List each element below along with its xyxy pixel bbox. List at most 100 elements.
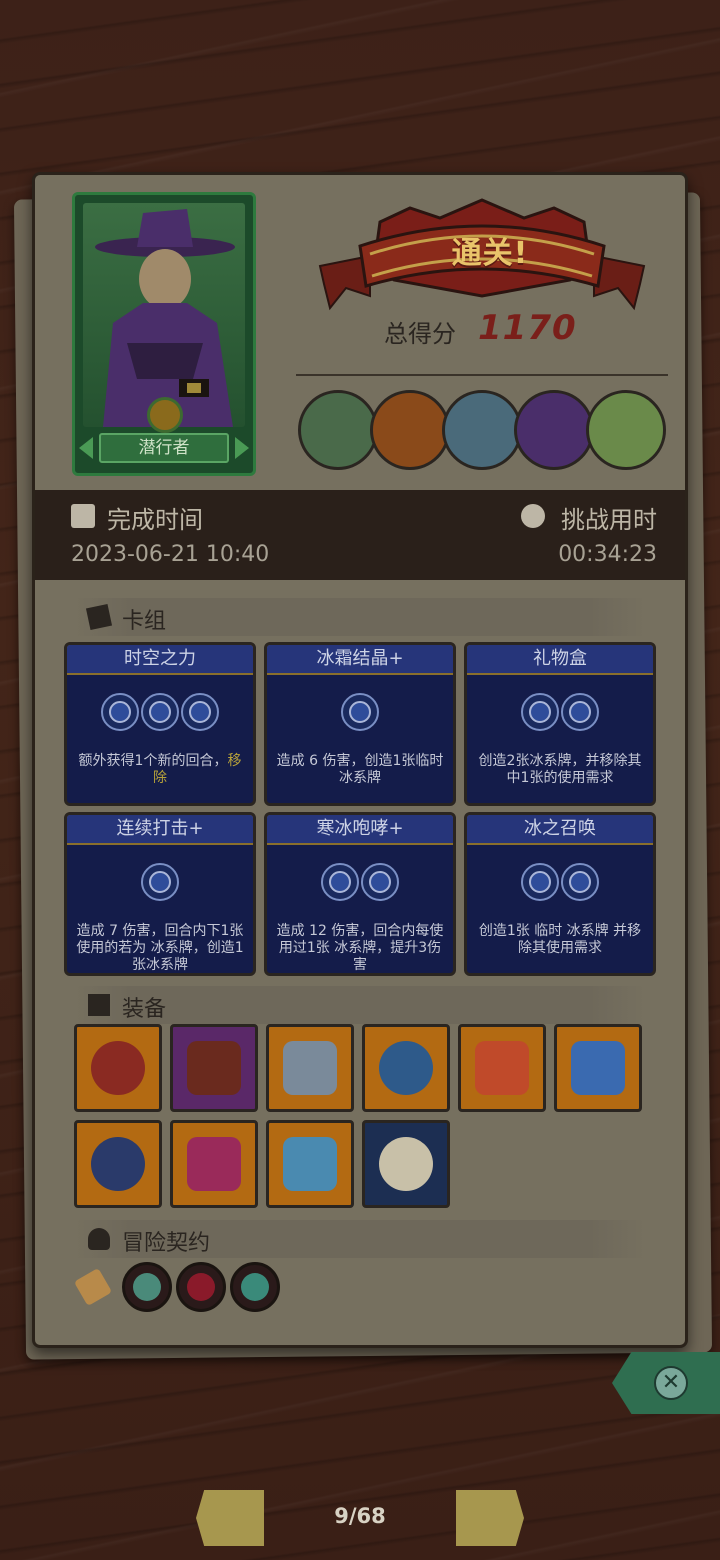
equipment-glyph <box>283 1137 337 1191</box>
skill-card-costs <box>267 693 453 731</box>
boss-portrait-wizard-icon <box>298 390 378 470</box>
ice-cost-icon <box>561 863 599 901</box>
box-icon <box>88 994 110 1016</box>
contract-glyph <box>187 1273 215 1301</box>
score-label: 总得分 <box>384 320 456 348</box>
ice-die-icon[interactable] <box>266 1120 354 1208</box>
potion-bottle-icon[interactable] <box>122 1262 172 1312</box>
skill-card-title: 寒冰咆哮+ <box>267 815 453 845</box>
contract-section-header: 冒险契约 <box>74 1220 646 1258</box>
skill-card-costs <box>467 863 653 901</box>
jade-ring-icon[interactable] <box>230 1262 280 1312</box>
contract-person-icon <box>88 1228 110 1250</box>
skill-card-costs <box>67 863 253 901</box>
skill-card[interactable]: 寒冰咆哮+ 造成 12 伤害，回合内每使用过1张 冰系牌，提升3伤害 <box>264 812 456 976</box>
skill-card-costs <box>467 693 653 731</box>
hexagram-icon[interactable] <box>74 1120 162 1208</box>
score-value: 1170 <box>478 308 577 348</box>
equipment-glyph <box>91 1041 145 1095</box>
skill-card-desc: 额外获得1个新的回合，移除 <box>73 753 247 787</box>
skill-card[interactable]: 时空之力额外获得1个新的回合，移除 <box>64 642 256 806</box>
finish-time-label: 完成时间 <box>107 506 203 534</box>
skill-card-desc: 造成 12 伤害，回合内每使用过1张 冰系牌，提升3伤害 <box>273 923 447 973</box>
equipment-glyph <box>379 1041 433 1095</box>
boss-portrait-elf-icon <box>586 390 666 470</box>
contract-glyph <box>73 1267 113 1307</box>
ice-cost-icon <box>181 693 219 731</box>
equipment-section-title: 装备 <box>122 997 167 1022</box>
ice-cost-icon <box>521 863 559 901</box>
finish-time-value: 2023-06-21 10:40 <box>71 542 270 567</box>
skill-card-desc-text: 创造1张 临时 冰系牌 并移除其使用需求 <box>478 923 642 956</box>
victory-title: 通关! <box>451 236 529 271</box>
close-icon: ✕ <box>654 1366 688 1400</box>
equipment-glyph <box>571 1041 625 1095</box>
boss-portraits <box>296 390 676 474</box>
skill-card[interactable]: 连续打击+ 造成 7 伤害，回合内下1张使用的若为 冰系牌，创造1张冰系牌 <box>64 812 256 976</box>
contract-glyph <box>133 1273 161 1301</box>
ice-crystal-icon[interactable] <box>362 1024 450 1112</box>
boss-portrait-warrior-icon <box>370 390 450 470</box>
equipment-glyph <box>91 1137 145 1191</box>
equipment-glyph <box>187 1041 241 1095</box>
skill-card-title: 冰之召唤 <box>467 815 653 845</box>
contract-section-title: 冒险契约 <box>122 1231 211 1256</box>
time-bar: 完成时间 2023-06-21 10:40 挑战用时 00:34:23 <box>35 490 685 580</box>
spiked-bracelet-icon[interactable] <box>74 1024 162 1112</box>
hero-name: 潜行者 <box>99 433 229 463</box>
hero-class-badge <box>147 397 183 433</box>
skill-card-desc: 造成 6 伤害，创造1张临时 冰系牌 <box>273 753 447 787</box>
prev-page-button[interactable] <box>196 1490 264 1546</box>
skill-card-desc: 创造1张 临时 冰系牌 并移除其使用需求 <box>473 923 647 957</box>
victory-banner: 通关! <box>300 196 664 312</box>
skill-card-title: 连续打击+ <box>67 815 253 845</box>
ice-cost-icon <box>101 693 139 731</box>
hero-card[interactable]: 潜行者 <box>72 192 256 476</box>
boss-portrait-dragon-icon <box>514 390 594 470</box>
equipment-glyph <box>379 1137 433 1191</box>
scroll-icon[interactable] <box>362 1120 450 1208</box>
button-shield-icon[interactable] <box>170 1024 258 1112</box>
skill-card-desc-text: 创造2张冰系牌，并移除其中1张的使用需求 <box>478 753 642 786</box>
ice-cost-icon <box>321 863 359 901</box>
close-button[interactable]: ✕ <box>612 1352 720 1414</box>
ice-cost-icon <box>561 693 599 731</box>
skill-card-costs <box>67 693 253 731</box>
skill-card-title: 时空之力 <box>67 645 253 675</box>
heart-box-icon[interactable] <box>176 1262 226 1312</box>
skill-card-desc-text: 造成 6 伤害，创造1张临时 冰系牌 <box>276 753 444 786</box>
hero-prev-arrow-icon[interactable] <box>79 437 93 459</box>
page-indicator: 9/68 <box>334 1504 386 1528</box>
horn-icon[interactable] <box>266 1024 354 1112</box>
blue-slime-icon[interactable] <box>554 1024 642 1112</box>
equipment-section-header: 装备 <box>74 986 646 1024</box>
skill-card-desc-text: 造成 7 伤害，回合内下1张使用的若为 冰系牌，创造1张冰系牌 <box>76 923 244 973</box>
skill-card-title: 礼物盒 <box>467 645 653 675</box>
skill-card[interactable]: 冰之召唤创造1张 临时 冰系牌 并移除其使用需求 <box>464 812 656 976</box>
hero-next-arrow-icon[interactable] <box>235 437 249 459</box>
stopwatch-icon <box>521 504 545 528</box>
deck-section-title: 卡组 <box>122 609 167 634</box>
skill-card-title: 冰霜结晶+ <box>267 645 453 675</box>
skill-card[interactable]: 礼物盒创造2张冰系牌，并移除其中1张的使用需求 <box>464 642 656 806</box>
pink-orb-icon[interactable] <box>170 1120 258 1208</box>
ice-cost-icon <box>521 693 559 731</box>
skill-card[interactable]: 冰霜结晶+ 造成 6 伤害，创造1张临时 冰系牌 <box>264 642 456 806</box>
equipment-glyph <box>475 1041 529 1095</box>
ice-cost-icon <box>341 693 379 731</box>
hero-portrait <box>83 203 245 427</box>
scroll-contract-icon[interactable] <box>68 1262 118 1312</box>
ice-cost-icon <box>141 693 179 731</box>
skill-card-desc: 造成 7 伤害，回合内下1张使用的若为 冰系牌，创造1张冰系牌 <box>73 923 247 973</box>
challenge-time-value: 00:34:23 <box>558 542 657 567</box>
skill-card-costs <box>267 863 453 901</box>
next-page-button[interactable] <box>456 1490 524 1546</box>
skill-card-desc-text: 造成 12 伤害，回合内每使用过1张 冰系牌，提升3伤害 <box>276 923 444 973</box>
ice-cost-icon <box>361 863 399 901</box>
cards-icon <box>85 603 113 631</box>
ring-orb-icon[interactable] <box>458 1024 546 1112</box>
calendar-icon <box>71 504 95 528</box>
skill-card-desc-text: 额外获得1个新的回合， <box>78 753 228 769</box>
equipment-glyph <box>187 1137 241 1191</box>
boss-portrait-beast-icon <box>442 390 522 470</box>
